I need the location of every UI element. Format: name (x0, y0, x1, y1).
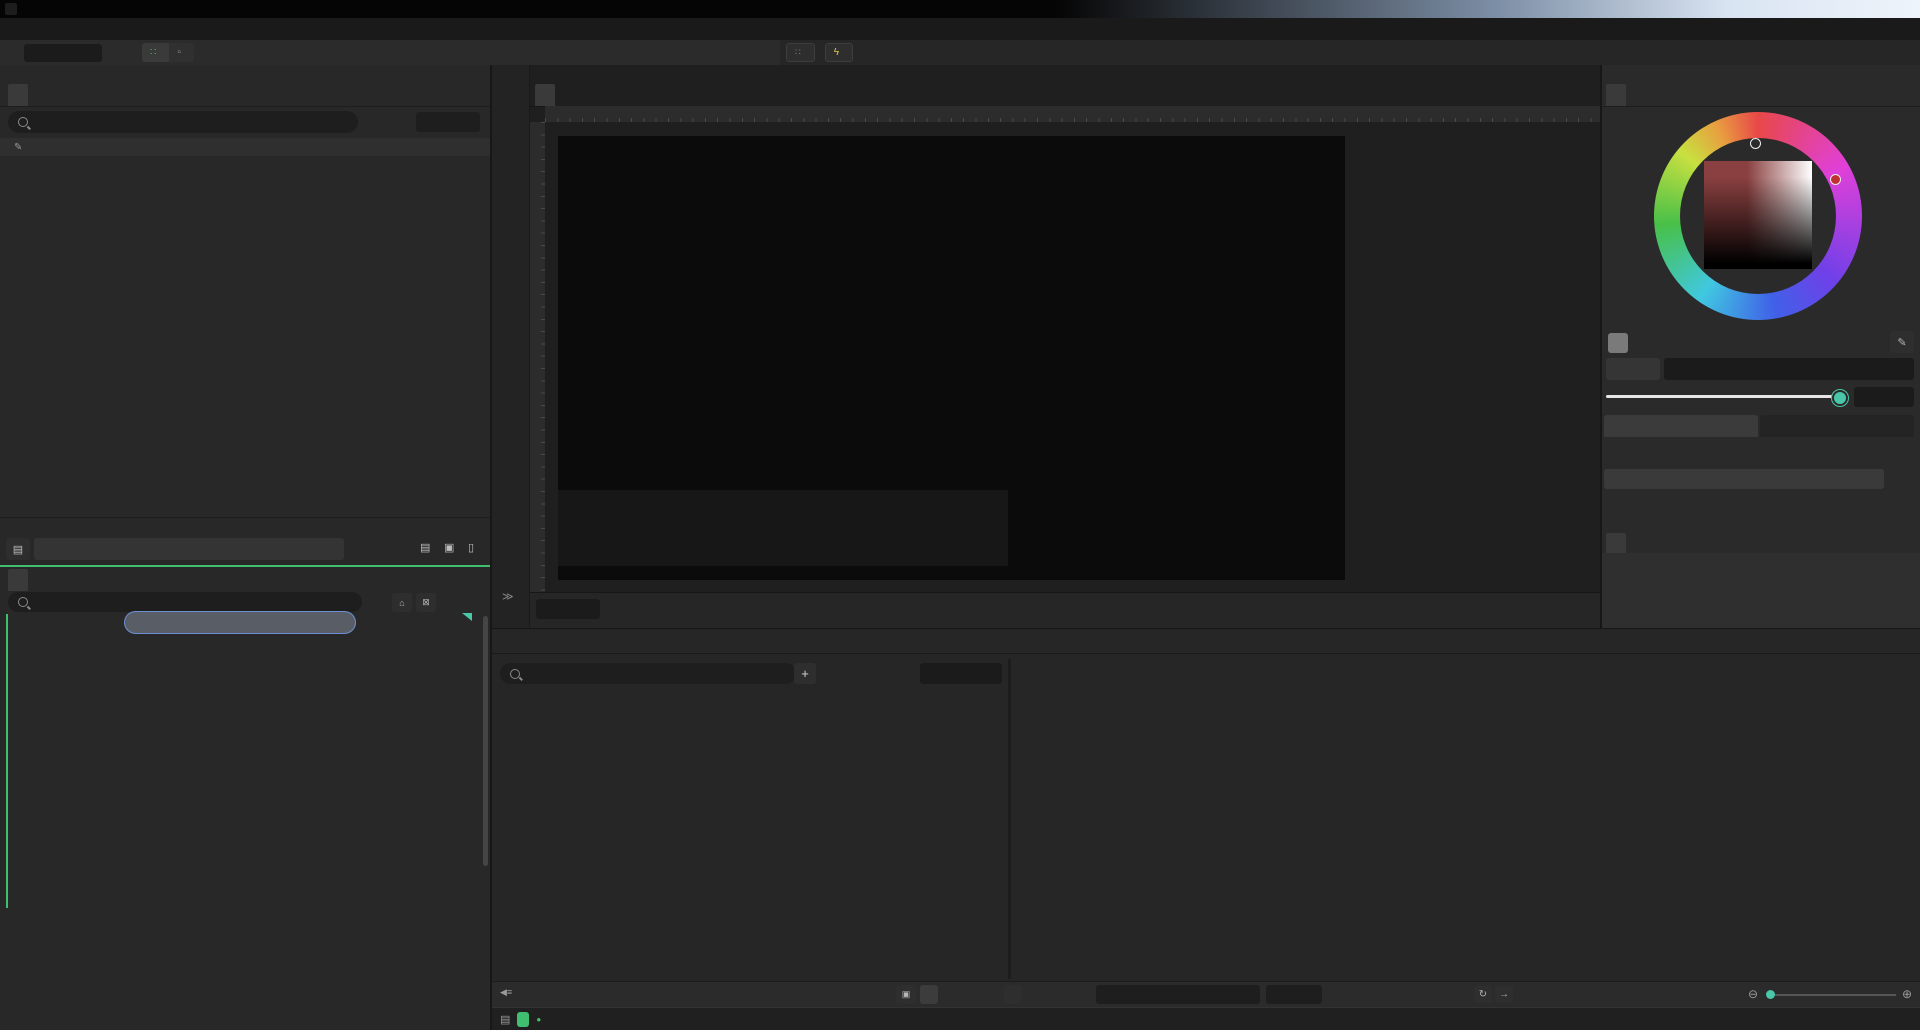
keyframe-frame-field[interactable] (1266, 985, 1322, 1004)
filter-zoom-button[interactable]: ⌂ (392, 593, 412, 612)
status-dot: ● (536, 1015, 541, 1024)
asset-search-input[interactable] (34, 115, 348, 129)
tab-attribute-editor[interactable] (8, 569, 28, 591)
group-mode-button[interactable]: ∷ (142, 43, 169, 62)
timeline-footer: ◀≡ ▣ ↻ → ⊖ ⊕ (492, 981, 1920, 1008)
try-pro-button[interactable]: ϟ (825, 43, 853, 62)
individual-icon: ▫ (177, 47, 181, 58)
tab-generator[interactable] (1760, 415, 1914, 437)
alpha-field[interactable] (1854, 387, 1914, 407)
align-panel-body (1602, 553, 1920, 628)
graph-editor-button[interactable] (1004, 985, 1022, 1004)
group-icon: ∷ (150, 47, 156, 58)
jump-icon[interactable]: → (1495, 986, 1513, 1003)
dope-sheet-button[interactable]: ▣ (896, 985, 916, 1004)
tab-swatches[interactable] (1604, 415, 1758, 437)
horizontal-ruler (545, 106, 1600, 122)
left-panel: ✎ ▤ ▤ ▣ ▯ ⌂ ⊠ (0, 65, 492, 1030)
tab-color[interactable] (1606, 84, 1626, 106)
layer-search-input[interactable] (526, 667, 786, 681)
application-window: ∷ ▫ ∷ ϟ (0, 0, 1920, 1030)
search-icon (18, 117, 28, 127)
color-square[interactable] (1704, 161, 1812, 269)
project-set-dropdown[interactable] (34, 538, 344, 560)
right-panel: ✎ (1600, 65, 1920, 628)
search-icon (510, 669, 520, 679)
console-icon[interactable]: ▤ (500, 1013, 510, 1026)
lightning-icon: ϟ (834, 47, 839, 58)
timeline-panel: + ◀≡ ▣ ↻ (492, 628, 1920, 1007)
tab-align[interactable] (1606, 533, 1626, 553)
status-bar: ▤ ● (492, 1007, 1920, 1030)
timeline-zoom-track[interactable] (1768, 994, 1896, 996)
hex-field[interactable] (1664, 358, 1914, 380)
attribute-search[interactable] (8, 592, 362, 612)
vertical-ruler (530, 122, 545, 628)
corner-marker (462, 613, 472, 621)
add-layer-button[interactable]: + (794, 663, 816, 684)
shortcut-overlay (558, 490, 1008, 566)
message-count-badge[interactable] (517, 1012, 529, 1027)
search-icon (18, 597, 28, 607)
sort-order-dropdown[interactable] (416, 112, 480, 132)
tab-add-layers[interactable] (1656, 84, 1676, 106)
trash-icon[interactable]: ▯ (468, 541, 474, 554)
hue-indicator[interactable] (1750, 138, 1761, 149)
swatch-group-dropdown[interactable] (1604, 469, 1884, 489)
demo-scenes-button[interactable]: ∷ (786, 43, 815, 62)
asset-search[interactable] (8, 111, 358, 133)
copy-icon[interactable]: ▣ (444, 541, 454, 554)
snap-angle-field[interactable] (24, 44, 102, 62)
file-country-button[interactable] (124, 611, 356, 634)
individual-mode-button[interactable]: ▫ (169, 43, 194, 62)
folder-icon[interactable]: ▤ (420, 541, 430, 554)
zoom-in-icon[interactable]: ⊕ (1902, 987, 1912, 1001)
collapse-panel-icon[interactable]: ◀≡ (500, 987, 512, 998)
color-indicator[interactable] (1830, 174, 1841, 185)
time-editor-button[interactable] (920, 985, 938, 1004)
zoom-dropdown[interactable] (536, 599, 600, 619)
clear-filter-button[interactable]: ⊠ (416, 593, 436, 612)
alpha-slider[interactable] (1606, 395, 1844, 398)
viewport-footer (530, 592, 1600, 629)
eyedropper-icon: ✎ (14, 142, 22, 153)
current-color-swatch (1608, 333, 1628, 353)
tab-assets[interactable] (8, 84, 28, 106)
app-logo-icon (5, 3, 17, 15)
keyframe-layer-dropdown[interactable] (1096, 985, 1260, 1004)
hex-mode-dropdown[interactable] (1606, 358, 1660, 380)
tab-composition-1[interactable] (535, 84, 555, 106)
alpha-slider-knob[interactable] (1832, 390, 1848, 406)
layer-search[interactable] (500, 663, 796, 684)
viewport-tool-column: ≫ (492, 65, 530, 628)
layer-accent-line (6, 614, 8, 908)
frame-filter-field[interactable] (920, 663, 1002, 684)
menu-bar (0, 18, 1920, 40)
cycle-icon[interactable]: ↻ (1474, 986, 1492, 1003)
project-list-button[interactable]: ▤ (6, 538, 30, 560)
composition-canvas[interactable] (558, 136, 1345, 580)
title-bar (0, 0, 1920, 18)
eyedropper-button[interactable]: ✎ (1890, 331, 1914, 353)
zoom-out-icon[interactable]: ⊖ (1748, 987, 1758, 1001)
viewport-panel (530, 65, 1600, 628)
demo-scenes-icon: ∷ (795, 47, 801, 58)
timeline-zoom-knob[interactable] (1766, 990, 1775, 999)
tools-overflow-icon[interactable]: ≫ (502, 590, 514, 603)
pane-splitter[interactable] (1008, 659, 1011, 979)
attribute-scrollbar[interactable] (483, 616, 488, 866)
attribute-search-input[interactable] (34, 595, 352, 609)
main-toolbar: ∷ ▫ ∷ ϟ (0, 40, 1920, 66)
